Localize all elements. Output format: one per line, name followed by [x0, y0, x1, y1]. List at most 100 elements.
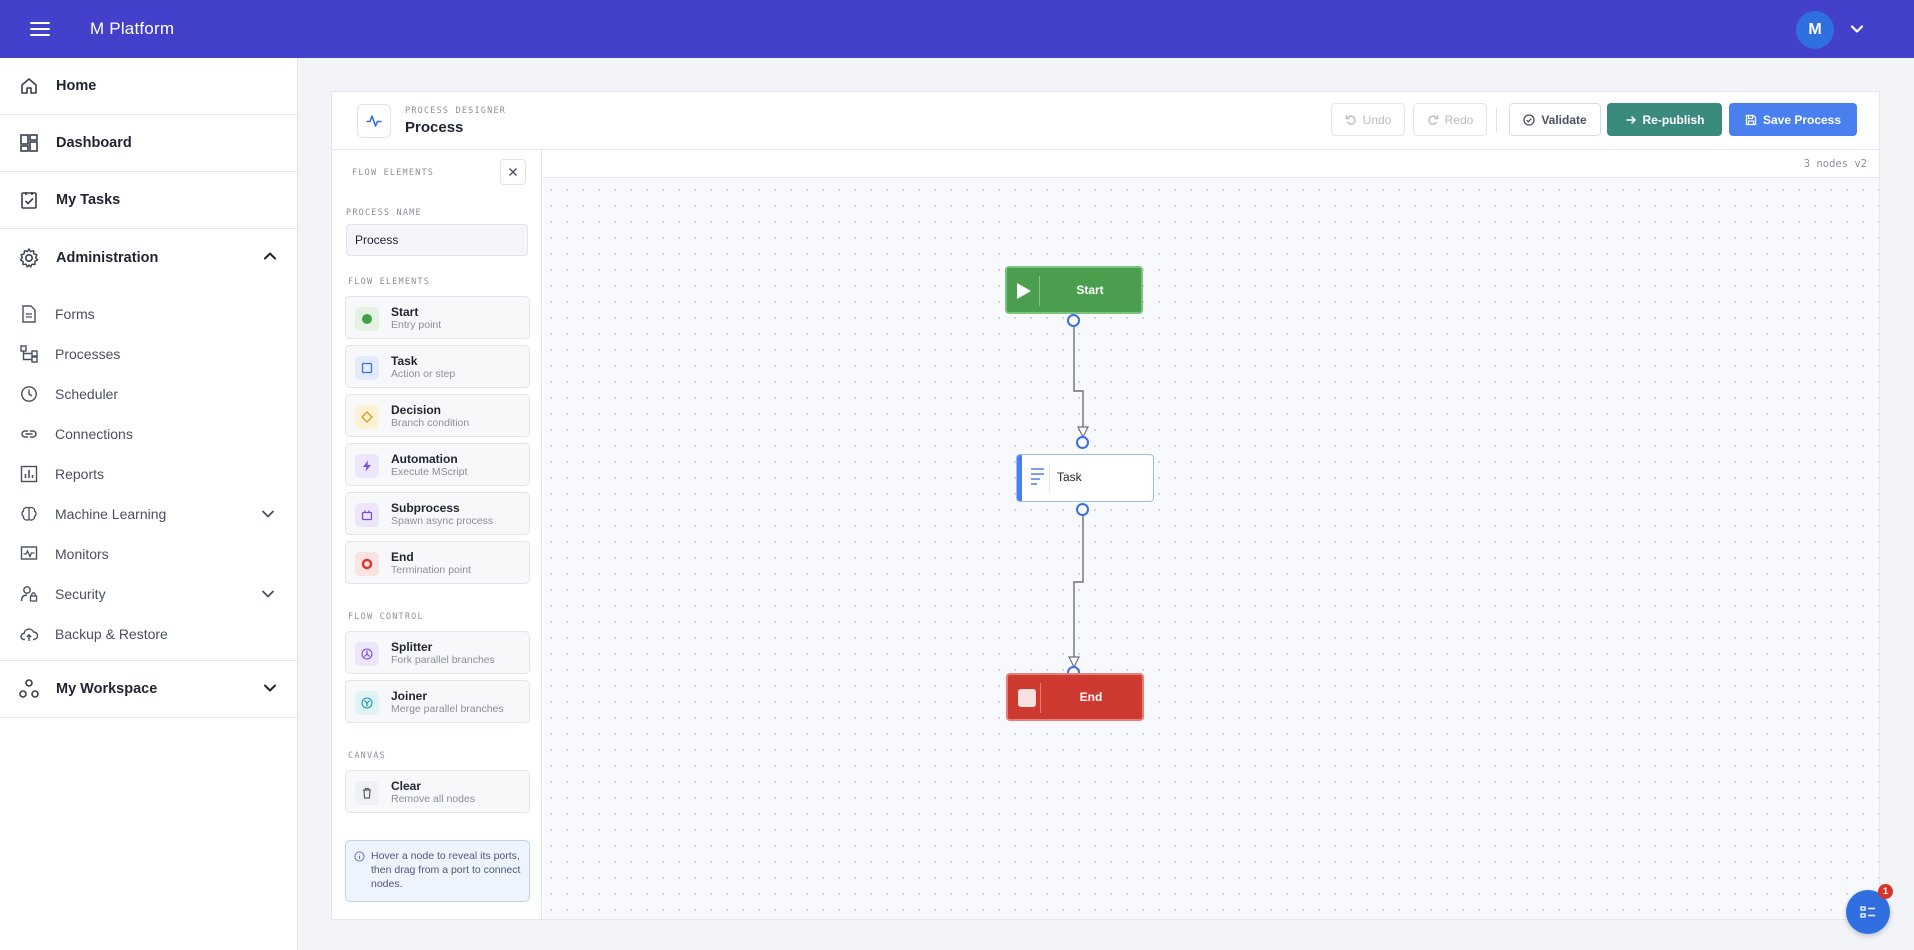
diamond-icon — [355, 405, 379, 429]
sidebar-item-home[interactable]: Home — [0, 58, 297, 115]
sidebar-item-dashboard[interactable]: Dashboard — [0, 115, 297, 172]
palette-item-automation[interactable]: Automation Execute MScript — [345, 443, 530, 486]
sidebar-item-administration[interactable]: Administration — [0, 229, 297, 286]
brain-icon — [20, 505, 38, 523]
save-icon — [1745, 114, 1757, 125]
process-name-input[interactable] — [346, 224, 528, 256]
validate-button[interactable]: Validate — [1509, 103, 1601, 136]
process-designer-card: PROCESS DESIGNER Process Undo Redo Valid… — [331, 91, 1880, 920]
chevron-down-icon[interactable] — [1850, 22, 1864, 36]
palette-item-end[interactable]: End Termination point — [345, 541, 530, 584]
monitor-icon — [20, 545, 38, 563]
sidebar-item-my-tasks[interactable]: My Tasks — [0, 172, 297, 229]
user-lock-icon — [20, 585, 38, 603]
sidebar-item-connections[interactable]: Connections — [0, 414, 297, 454]
palette-item-subprocess[interactable]: Subprocess Spawn async process — [345, 492, 530, 535]
sidebar-item-label: Home — [56, 78, 97, 94]
node-label: End — [1079, 690, 1103, 704]
process-canvas[interactable]: 3 nodes v2 Start Task End — [543, 150, 1879, 919]
sidebar-item-label: My Tasks — [56, 192, 121, 208]
clear-canvas-button[interactable]: Clear Remove all nodes — [345, 770, 530, 813]
chevron-down-icon[interactable] — [263, 681, 277, 695]
sidebar-item-label: Connections — [55, 426, 133, 442]
app-title: M Platform — [90, 19, 175, 38]
lightning-icon — [355, 454, 379, 478]
toolbar-divider — [1496, 108, 1497, 132]
list-icon — [1031, 468, 1044, 485]
bar-chart-icon — [20, 465, 38, 483]
palette-item-joiner[interactable]: Joiner Merge parallel branches — [345, 680, 530, 723]
end-node[interactable]: End — [1006, 673, 1144, 721]
edge-task-end — [1073, 510, 1084, 657]
sidebar-item-label: Administration — [56, 249, 159, 266]
check-circle-icon — [1523, 113, 1535, 126]
sidebar-item-label: Backup & Restore — [55, 626, 168, 642]
top-bar: M Platform M — [0, 0, 1914, 58]
flow-control-label: FLOW CONTROL — [348, 612, 424, 622]
joiner-icon — [355, 691, 379, 715]
sidebar-item-security[interactable]: Security — [0, 574, 297, 614]
checklist-icon — [1860, 906, 1875, 918]
end-circle-icon — [355, 552, 379, 576]
palette-item-start[interactable]: Start Entry point — [345, 296, 530, 339]
redo-button[interactable]: Redo — [1413, 103, 1487, 136]
splitter-icon — [355, 642, 379, 666]
sidebar-item-label: My Workspace — [56, 681, 158, 697]
page-title: Process — [405, 119, 464, 136]
sidebar-item-label: Forms — [55, 306, 95, 322]
sidebar-item-label: Processes — [55, 346, 121, 362]
start-circle-icon — [355, 307, 379, 331]
sidebar-item-label: Monitors — [55, 546, 109, 562]
sidebar-item-label: Security — [55, 586, 106, 602]
user-avatar[interactable]: M — [1796, 11, 1834, 49]
home-icon — [18, 75, 40, 97]
edge-start-task — [1073, 321, 1084, 427]
sidebar-item-forms[interactable]: Forms — [0, 294, 297, 334]
start-node-output-port[interactable] — [1067, 314, 1080, 327]
trash-icon — [355, 781, 379, 805]
notification-badge: 1 — [1878, 884, 1893, 899]
redo-icon — [1427, 114, 1438, 125]
hint-box: Hover a node to reveal its ports, then d… — [345, 840, 530, 902]
gear-icon — [18, 247, 40, 269]
task-node-input-port[interactable] — [1076, 436, 1089, 449]
sidebar-item-processes[interactable]: Processes — [0, 334, 297, 374]
flow-elements-panel: FLOW ELEMENTS PROCESS NAME FLOW ELEMENTS… — [332, 150, 542, 919]
hint-text: Hover a node to reveal its ports, then d… — [371, 850, 521, 890]
sidebar: Home Dashboard My Tasks Administration F… — [0, 58, 298, 950]
cloud-upload-icon — [20, 625, 38, 643]
chevron-down-icon[interactable] — [261, 587, 275, 601]
link-icon — [20, 425, 38, 443]
canvas-label: CANVAS — [348, 751, 386, 761]
close-icon — [509, 168, 517, 176]
chevron-down-icon[interactable] — [261, 507, 275, 521]
sidebar-item-machine-learning[interactable]: Machine Learning — [0, 494, 297, 534]
sidebar-item-monitors[interactable]: Monitors — [0, 534, 297, 574]
task-square-icon — [355, 356, 379, 380]
play-icon — [1017, 283, 1031, 299]
hamburger-menu-icon[interactable] — [20, 9, 60, 49]
stop-icon — [1018, 689, 1036, 707]
sidebar-item-label: Reports — [55, 466, 105, 482]
flow-icon — [20, 345, 38, 363]
palette-item-task[interactable]: Task Action or step — [345, 345, 530, 388]
sidebar-item-my-workspace[interactable]: My Workspace — [0, 661, 297, 718]
node-label: Task — [1057, 470, 1082, 484]
subprocess-icon — [355, 503, 379, 527]
chevron-up-icon[interactable] — [263, 249, 277, 263]
sidebar-item-scheduler[interactable]: Scheduler — [0, 374, 297, 414]
sidebar-item-reports[interactable]: Reports — [0, 454, 297, 494]
start-node[interactable]: Start — [1005, 266, 1143, 314]
arrow-right-icon — [1626, 115, 1636, 124]
task-node[interactable]: Task — [1016, 454, 1154, 502]
close-panel-button[interactable] — [500, 159, 526, 185]
sidebar-item-backup-restore[interactable]: Backup & Restore — [0, 614, 297, 654]
save-process-button[interactable]: Save Process — [1729, 103, 1857, 136]
palette-item-splitter[interactable]: Splitter Fork parallel branches — [345, 631, 530, 674]
process-name-label: PROCESS NAME — [346, 208, 422, 218]
undo-button[interactable]: Undo — [1331, 103, 1405, 136]
node-label: Start — [1076, 283, 1104, 297]
republish-button[interactable]: Re-publish — [1607, 103, 1722, 136]
task-node-output-port[interactable] — [1076, 503, 1089, 516]
palette-item-decision[interactable]: Decision Branch condition — [345, 394, 530, 437]
